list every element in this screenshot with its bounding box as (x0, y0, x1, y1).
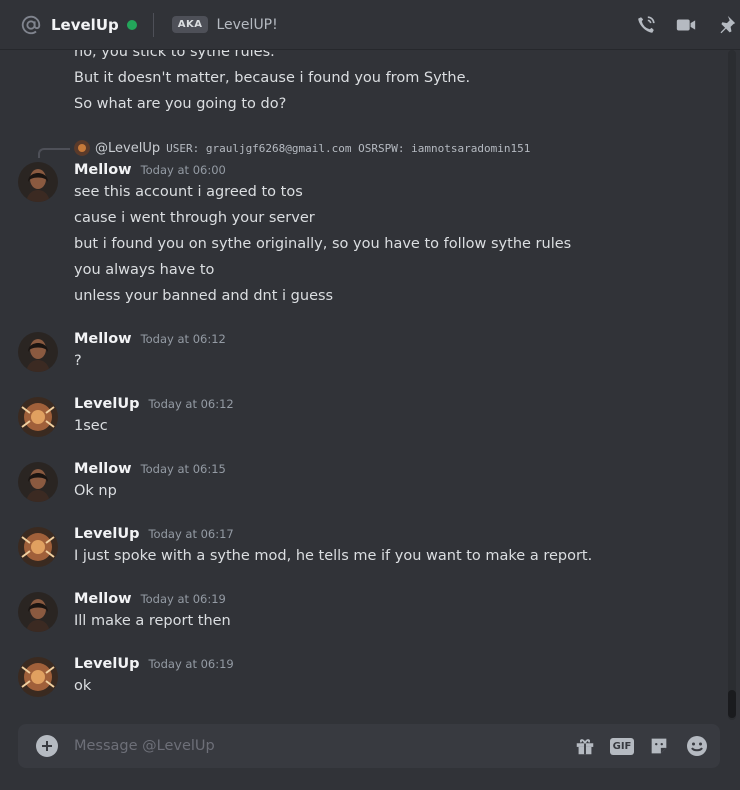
message-header: Mellow Today at 06:12 (74, 331, 226, 347)
aka-name: LevelUP! (216, 16, 278, 33)
message-header: LevelUp Today at 06:17 (74, 526, 234, 542)
message-timestamp: Today at 06:12 (140, 332, 226, 346)
message-text: ? (74, 353, 82, 369)
message-timestamp: Today at 06:19 (148, 657, 234, 671)
message-list: no, you stick to sythe rules. But it doe… (0, 50, 730, 720)
pin-icon[interactable] (714, 13, 738, 37)
message-header: Mellow Today at 06:15 (74, 461, 226, 477)
dm-title[interactable]: LevelUp (51, 16, 119, 34)
message-header: LevelUp Today at 06:19 (74, 656, 234, 672)
message-text: no, you stick to sythe rules. (74, 50, 275, 60)
composer-toolbar: GIF (560, 724, 710, 768)
scrollbar-thumb[interactable] (728, 690, 736, 718)
channel-header: LevelUp AKA LevelUP! (0, 0, 740, 50)
aka-badge: AKA (171, 16, 209, 33)
message-text: So what are you going to do? (74, 96, 287, 112)
reply-connector (38, 148, 70, 158)
message-header: LevelUp Today at 06:12 (74, 396, 234, 412)
message-author[interactable]: Mellow (74, 591, 132, 607)
emoji-icon[interactable] (684, 733, 710, 759)
message-text: 1sec (74, 418, 108, 434)
message-author[interactable]: Mellow (74, 162, 132, 178)
gift-icon[interactable] (572, 733, 598, 759)
gif-icon[interactable]: GIF (610, 737, 634, 755)
message-header: Mellow Today at 06:19 (74, 591, 226, 607)
avatar[interactable] (18, 462, 58, 502)
reply-author[interactable]: @LevelUp (95, 141, 160, 156)
message-timestamp: Today at 06:17 (148, 527, 234, 541)
message-input[interactable] (74, 738, 534, 754)
video-call-icon[interactable] (674, 13, 698, 37)
voice-call-icon[interactable] (634, 13, 658, 37)
scrollbar-track[interactable] (728, 50, 736, 720)
header-divider (152, 12, 154, 37)
header-toolbar (618, 0, 740, 50)
add-attachment-icon[interactable] (36, 735, 58, 757)
message-author[interactable]: Mellow (74, 331, 132, 347)
message-author[interactable]: LevelUp (74, 656, 139, 672)
message-text: unless your banned and dnt i guess (74, 288, 334, 304)
message-timestamp: Today at 06:12 (148, 397, 234, 411)
message-composer: GIF (18, 724, 720, 768)
avatar[interactable] (18, 592, 58, 632)
reply-text: USER: grauljgf6268@gmail.com OSRSPW: iam… (166, 141, 531, 155)
reply-preview[interactable]: @LevelUp USER: grauljgf6268@gmail.com OS… (74, 140, 530, 156)
message-header: Mellow Today at 06:00 (74, 162, 226, 178)
message-text: see this account i agreed to tos (74, 184, 303, 200)
message-text: you always have to (74, 262, 215, 278)
sticker-icon[interactable] (646, 733, 672, 759)
avatar[interactable] (18, 527, 58, 567)
message-author[interactable]: LevelUp (74, 396, 139, 412)
message-timestamp: Today at 06:19 (140, 592, 226, 606)
avatar[interactable] (18, 397, 58, 437)
message-text: But it doesn't matter, because i found y… (74, 70, 471, 86)
at-icon (20, 14, 42, 36)
message-text: Ok np (74, 483, 117, 499)
avatar[interactable] (18, 332, 58, 372)
message-text: but i found you on sythe originally, so … (74, 236, 572, 252)
online-status-indicator (126, 19, 137, 30)
avatar[interactable] (18, 162, 58, 202)
avatar[interactable] (18, 657, 58, 697)
message-text: Ill make a report then (74, 613, 231, 629)
message-author[interactable]: Mellow (74, 461, 132, 477)
message-author[interactable]: LevelUp (74, 526, 139, 542)
message-text: ok (74, 678, 92, 694)
message-text: cause i went through your server (74, 210, 315, 226)
message-text: I just spoke with a sythe mod, he tells … (74, 548, 593, 564)
reply-avatar (74, 140, 90, 156)
message-timestamp: Today at 06:15 (140, 462, 226, 476)
message-timestamp: Today at 06:00 (140, 163, 226, 177)
